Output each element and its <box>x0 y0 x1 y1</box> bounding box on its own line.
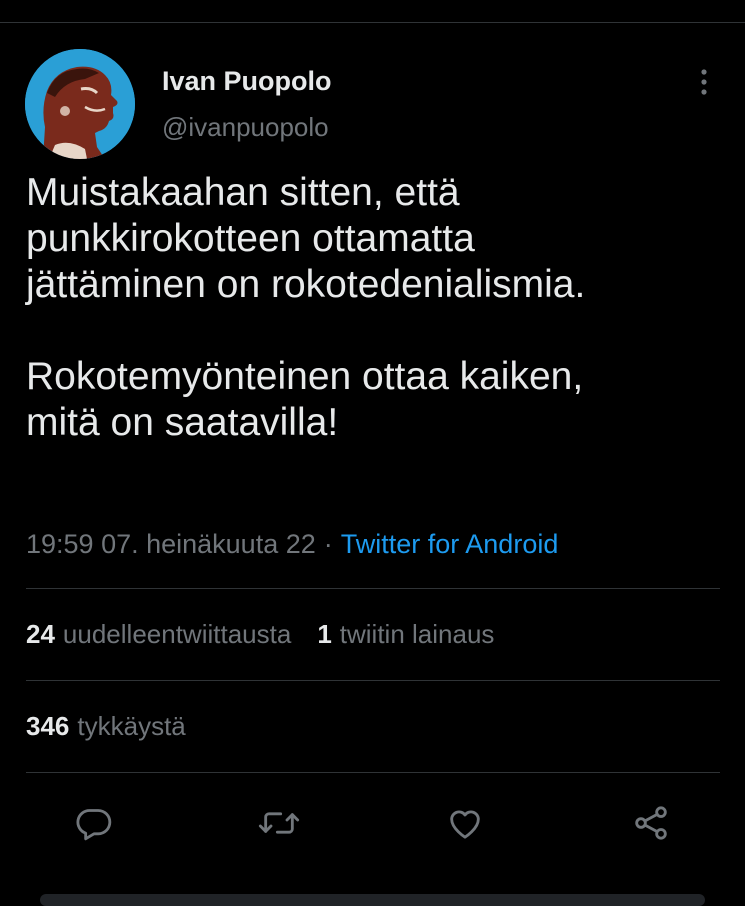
author-display-name[interactable]: Ivan Puopolo <box>162 66 332 97</box>
tweet-source-link[interactable]: Twitter for Android <box>341 529 559 559</box>
share-button[interactable] <box>628 800 674 846</box>
divider-meta <box>26 588 720 589</box>
reply-composer-edge <box>40 894 705 906</box>
tweet-timestamp[interactable]: 19:59 07. heinäkuuta 22 <box>26 529 316 559</box>
likes-stat[interactable]: 346 tykkäystä <box>26 711 186 742</box>
avatar-portrait-icon <box>25 49 135 159</box>
top-divider <box>0 22 745 23</box>
more-vertical-icon <box>701 69 707 95</box>
engagement-stats: 24 uudelleentwiittausta 1 twiitin lainaus <box>26 619 494 650</box>
retweet-button[interactable] <box>256 800 302 846</box>
like-button[interactable] <box>442 800 488 846</box>
reply-icon <box>76 809 112 841</box>
reply-button[interactable] <box>71 800 117 846</box>
quotes-stat[interactable]: 1 twiitin lainaus <box>317 619 494 649</box>
likes-count: 346 <box>26 711 70 741</box>
meta-separator: · <box>323 529 333 559</box>
retweet-icon <box>258 812 300 834</box>
author-handle[interactable]: @ivanpuopolo <box>162 112 329 143</box>
retweets-count: 24 <box>26 619 55 649</box>
tweet-meta: 19:59 07. heinäkuuta 22 · Twitter for Andr… <box>26 529 558 560</box>
retweets-label: uudelleentwiittausta <box>62 619 292 649</box>
quotes-count: 1 <box>317 619 332 649</box>
likes-label: tykkäystä <box>77 711 186 741</box>
more-options-button[interactable] <box>690 62 718 102</box>
tweet-text: Muistakaahan sitten, että punkkirokottee… <box>26 171 586 444</box>
heart-icon <box>450 810 480 839</box>
retweets-stat[interactable]: 24 uudelleentwiittausta <box>26 619 291 649</box>
divider-likes <box>26 772 720 773</box>
quotes-label: twiitin lainaus <box>339 619 495 649</box>
avatar[interactable] <box>25 49 135 159</box>
divider-stats <box>26 680 720 681</box>
share-icon <box>635 806 667 840</box>
